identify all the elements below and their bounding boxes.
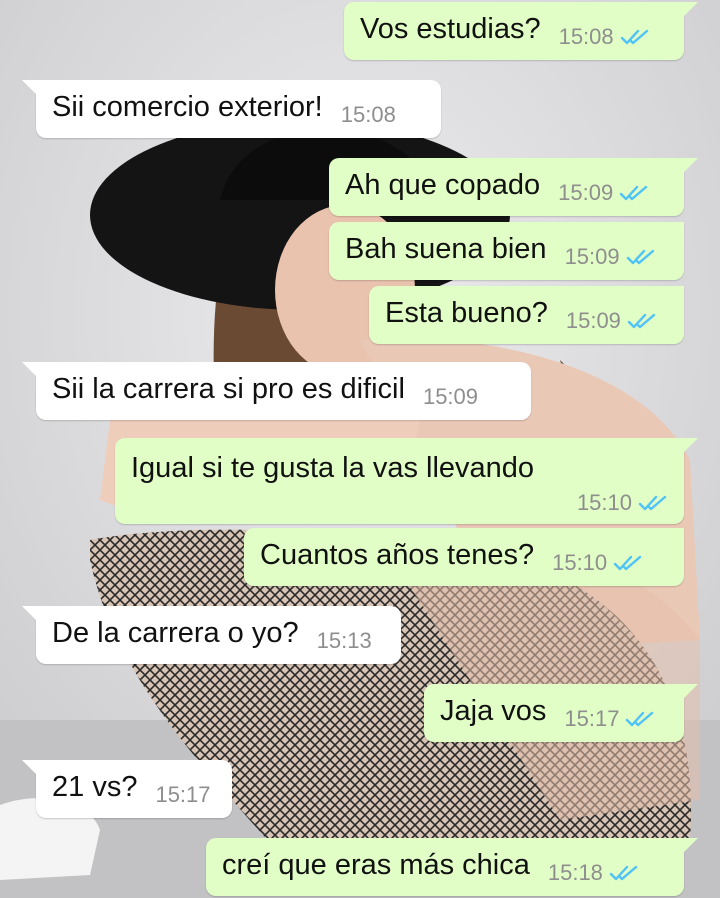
incoming-message-bubble[interactable]: Sii la carrera si pro es dificil 15:09: [22, 362, 531, 420]
outgoing-message-bubble[interactable]: Vos estudias? 15:08: [344, 2, 698, 60]
message-meta: 15:10: [577, 492, 668, 514]
message-meta: 15:13: [317, 630, 372, 652]
read-receipt-double-check-icon: [627, 313, 656, 329]
outgoing-message-bubble[interactable]: Bah suena bien 15:09: [329, 222, 684, 280]
message-timestamp: 15:17: [564, 706, 620, 731]
message-text: creí que eras más chica: [222, 849, 530, 881]
message-meta: 15:09: [558, 182, 649, 204]
message-meta: 15:08: [341, 104, 396, 126]
outgoing-message-bubble[interactable]: Igual si te gusta la vas llevando 15:10: [115, 438, 698, 524]
chat-message-list[interactable]: Vos estudias? 15:08 Sii comercio exterior!…: [0, 0, 720, 898]
message-timestamp: 15:09: [564, 244, 620, 269]
message-text: Sii la carrera si pro es dificil: [52, 373, 405, 405]
message-meta: 15:10: [552, 552, 643, 574]
message-text: Vos estudias?: [360, 13, 541, 45]
read-receipt-double-check-icon: [626, 249, 654, 265]
message-timestamp: 15:10: [576, 490, 632, 515]
incoming-message-bubble[interactable]: De la carrera o yo? 15:13: [22, 606, 401, 664]
message-text: Sii comercio exterior!: [52, 91, 323, 123]
message-timestamp: 15:08: [558, 24, 614, 49]
read-receipt-double-check-icon: [619, 185, 648, 201]
message-meta: 15:09: [423, 386, 478, 408]
message-text: Igual si te gusta la vas llevando: [131, 452, 535, 484]
message-timestamp: 15:18: [547, 860, 603, 885]
outgoing-message-bubble[interactable]: Ah que copado 15:09: [329, 158, 698, 216]
message-meta: 15:17: [564, 708, 655, 730]
message-text: Cuantos años tenes?: [260, 539, 535, 571]
message-timestamp: 15:09: [422, 384, 479, 409]
message-meta: 15:09: [566, 310, 657, 332]
message-timestamp: 15:13: [316, 628, 372, 653]
read-receipt-double-check-icon: [609, 865, 638, 881]
message-meta: 15:08: [559, 26, 650, 48]
outgoing-message-bubble[interactable]: Jaja vos 15:17: [424, 684, 698, 742]
message-text: 21 vs?: [52, 771, 138, 803]
message-text: De la carrera o yo?: [52, 617, 299, 649]
outgoing-message-bubble[interactable]: Esta bueno? 15:09: [369, 286, 684, 344]
message-text: Esta bueno?: [385, 297, 548, 329]
incoming-message-bubble[interactable]: Sii comercio exterior! 15:08: [22, 80, 441, 138]
read-receipt-double-check-icon: [620, 29, 648, 45]
message-timestamp: 15:10: [552, 550, 608, 575]
outgoing-message-bubble[interactable]: Cuantos años tenes? 15:10: [244, 528, 684, 586]
outgoing-message-bubble[interactable]: creí que eras más chica 15:18: [206, 838, 698, 896]
message-meta: 15:09: [565, 246, 656, 268]
message-timestamp: 15:08: [340, 102, 396, 127]
message-meta: 15:17: [155, 784, 210, 806]
read-receipt-double-check-icon: [638, 495, 667, 511]
message-meta: 15:18: [548, 862, 639, 884]
message-timestamp: 15:17: [155, 782, 211, 807]
read-receipt-double-check-icon: [613, 555, 642, 571]
message-timestamp: 15:09: [558, 180, 614, 205]
incoming-message-bubble[interactable]: 21 vs? 15:17: [22, 760, 232, 818]
message-text: Ah que copado: [345, 169, 541, 201]
message-text: Bah suena bien: [345, 233, 547, 265]
read-receipt-double-check-icon: [626, 711, 654, 727]
message-timestamp: 15:09: [565, 308, 621, 333]
message-text: Jaja vos: [440, 695, 547, 727]
